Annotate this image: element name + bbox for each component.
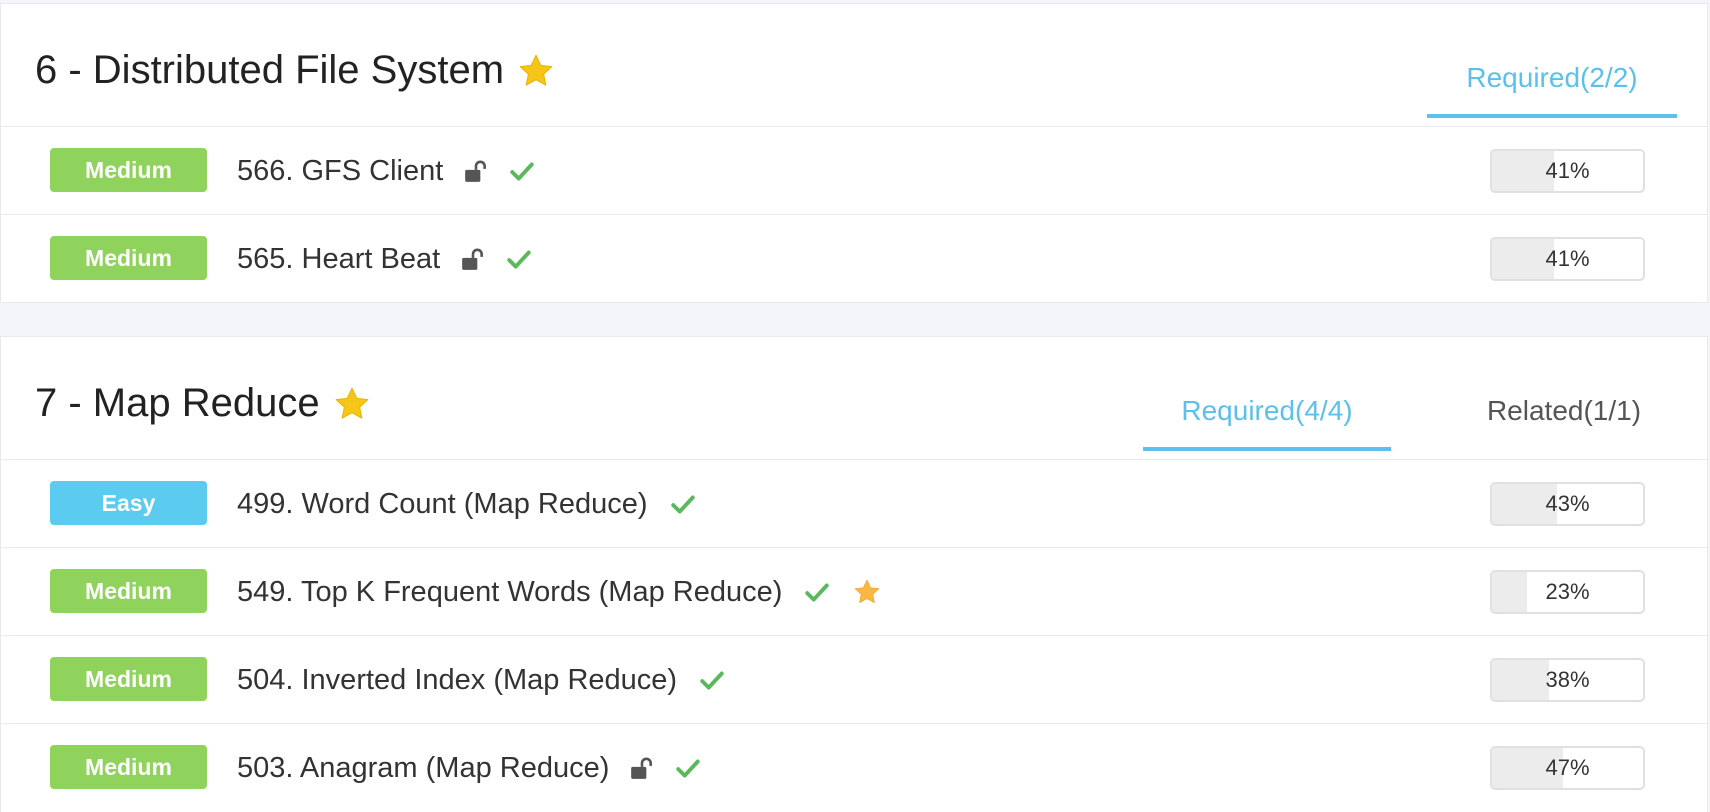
section-title-text: 7 - Map Reduce xyxy=(35,381,320,425)
difficulty-badge: Medium xyxy=(50,745,207,789)
unlock-icon xyxy=(462,248,484,270)
acceptance-rate: 41% xyxy=(1545,158,1590,183)
difficulty-badge: Medium xyxy=(50,148,207,192)
section-header: 6 - Distributed File System Required(2/2… xyxy=(1,4,1707,127)
problem-title-link[interactable]: 566. GFS Client xyxy=(237,155,443,188)
section-card-map-reduce: 7 - Map Reduce Required(4/4) Related(1/1… xyxy=(0,336,1708,812)
star-icon[interactable] xyxy=(852,577,882,607)
unlock-icon xyxy=(631,757,653,779)
star-icon[interactable] xyxy=(332,384,372,424)
problem-row[interactable]: Medium 503. Anagram (Map Reduce) 47% xyxy=(1,724,1707,812)
acceptance-rate: 47% xyxy=(1545,755,1590,780)
problem-title-link[interactable]: 549. Top K Frequent Words (Map Reduce) xyxy=(237,576,782,609)
section-card-distributed-file-system: 6 - Distributed File System Required(2/2… xyxy=(0,3,1708,303)
problem-title-link[interactable]: 504. Inverted Index (Map Reduce) xyxy=(237,664,677,697)
unlock-icon xyxy=(465,160,487,182)
section-title: 7 - Map Reduce xyxy=(35,381,372,426)
acceptance-rate: 43% xyxy=(1545,491,1590,516)
problem-row[interactable]: Medium 549. Top K Frequent Words (Map Re… xyxy=(1,548,1707,636)
check-icon xyxy=(670,495,695,514)
check-icon xyxy=(700,671,724,690)
difficulty-badge: Medium xyxy=(50,657,207,701)
difficulty-badge: Medium xyxy=(50,569,207,613)
section-title: 6 - Distributed File System xyxy=(35,48,556,93)
problem-row[interactable]: Medium 565. Heart Beat 41% xyxy=(1,215,1707,303)
section-header: 7 - Map Reduce Required(4/4) Related(1/1… xyxy=(1,337,1707,460)
acceptance-rate: 38% xyxy=(1545,667,1590,692)
acceptance-progress: 41% xyxy=(1490,237,1645,281)
problem-title-link[interactable]: 503. Anagram (Map Reduce) xyxy=(237,752,609,785)
check-icon xyxy=(676,759,701,778)
difficulty-badge: Medium xyxy=(50,236,207,280)
acceptance-progress: 43% xyxy=(1490,482,1645,526)
acceptance-rate: 41% xyxy=(1545,246,1590,271)
check-icon xyxy=(805,583,830,602)
tab-related[interactable]: Related(1/1) xyxy=(1471,395,1657,451)
star-icon[interactable] xyxy=(516,51,556,91)
acceptance-rate: 23% xyxy=(1545,579,1590,604)
problem-row[interactable]: Medium 566. GFS Client 41% xyxy=(1,127,1707,215)
problem-title-link[interactable]: 499. Word Count (Map Reduce) xyxy=(237,488,648,521)
tab-required[interactable]: Required(2/2) xyxy=(1427,62,1677,118)
acceptance-progress: 23% xyxy=(1490,570,1645,614)
acceptance-progress: 47% xyxy=(1490,746,1645,790)
difficulty-badge: Easy xyxy=(50,481,207,525)
problem-row[interactable]: Easy 499. Word Count (Map Reduce) 43% xyxy=(1,460,1707,548)
problem-row[interactable]: Medium 504. Inverted Index (Map Reduce) … xyxy=(1,636,1707,724)
acceptance-progress: 41% xyxy=(1490,149,1645,193)
check-icon xyxy=(510,162,535,181)
problem-title-link[interactable]: 565. Heart Beat xyxy=(237,243,440,276)
check-icon xyxy=(507,250,531,269)
tab-required[interactable]: Required(4/4) xyxy=(1143,395,1391,451)
acceptance-progress: 38% xyxy=(1490,658,1645,702)
section-title-text: 6 - Distributed File System xyxy=(35,48,505,92)
